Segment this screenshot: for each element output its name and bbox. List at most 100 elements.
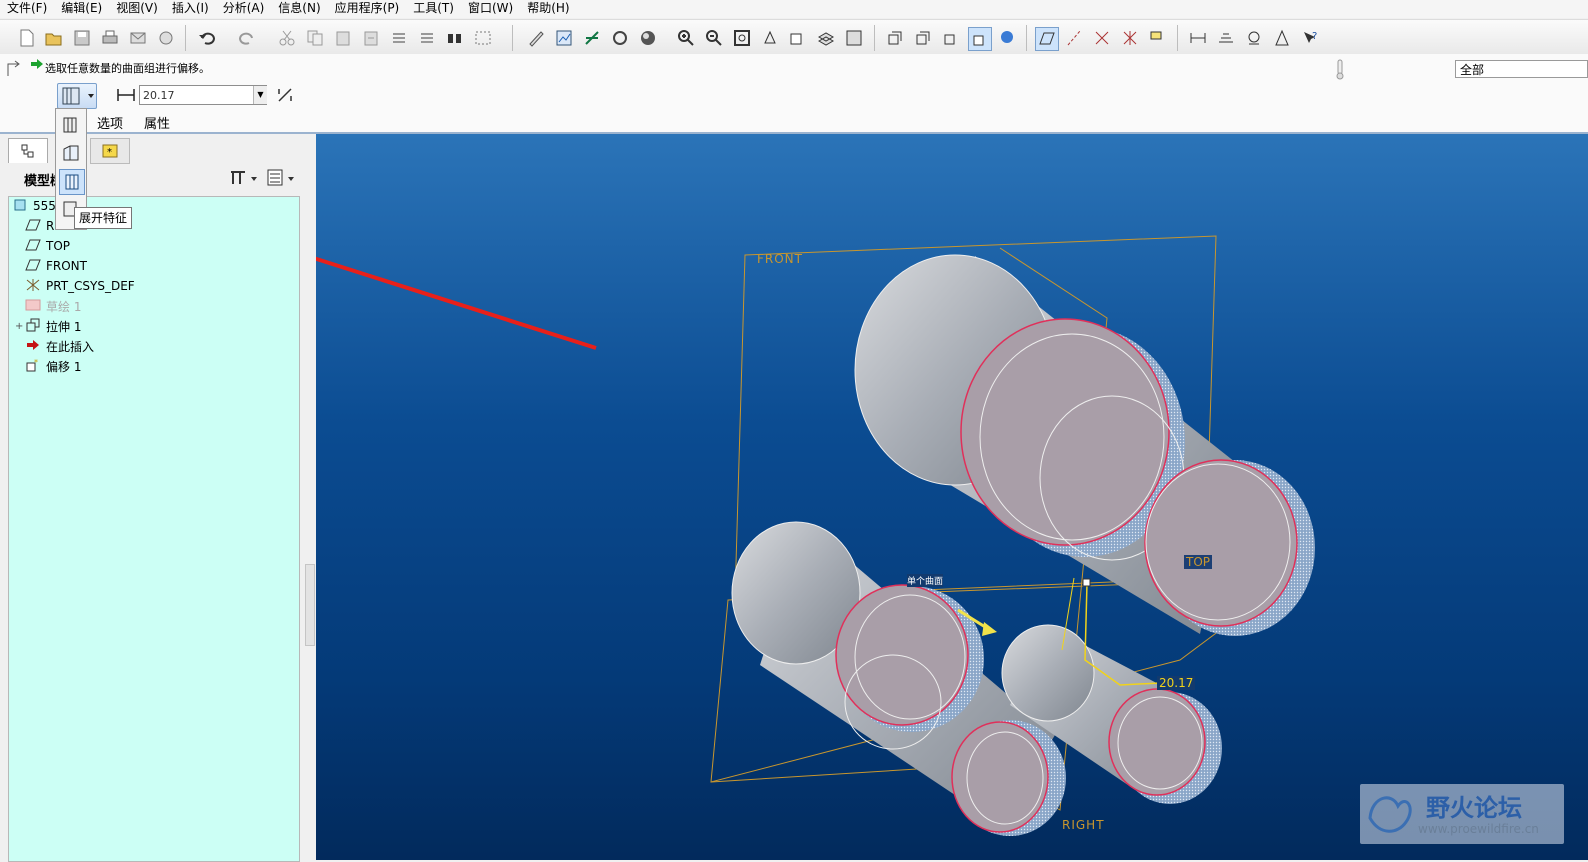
regenerate-icon[interactable] <box>388 27 410 49</box>
send-link-icon[interactable] <box>155 27 177 49</box>
menu-file[interactable]: 文件(F) <box>0 0 54 18</box>
distance-dropdown-arrow[interactable]: ▼ <box>253 86 267 104</box>
graph-tool-icon[interactable] <box>553 27 575 49</box>
copy-icon[interactable] <box>304 27 326 49</box>
offset-dimension[interactable]: 20.17 <box>1157 676 1196 690</box>
expand-toggle-icon[interactable]: + <box>15 321 23 332</box>
shading-icon[interactable] <box>637 27 659 49</box>
info-tool-icon[interactable] <box>1271 27 1293 49</box>
tab-favorites[interactable]: * <box>90 138 130 164</box>
shaded-icon[interactable] <box>968 27 992 51</box>
section-icon[interactable] <box>1215 27 1237 49</box>
tree-item-insert-here[interactable]: 在此插入 <box>25 337 94 355</box>
csys-display-icon[interactable] <box>1119 27 1141 49</box>
tab-model-tree[interactable] <box>8 138 48 163</box>
draft-offset-icon[interactable] <box>59 141 83 165</box>
select-box-icon[interactable] <box>472 27 494 49</box>
tab-options[interactable]: 选项 <box>97 113 123 132</box>
tree-columns-icon[interactable] <box>266 168 298 191</box>
csys-icon <box>25 278 41 295</box>
svg-text:*: * <box>107 147 112 158</box>
layers-icon[interactable] <box>815 27 837 49</box>
menu-analysis[interactable]: 分析(A) <box>216 0 272 18</box>
analysis-tool-icon[interactable] <box>609 27 631 49</box>
selection-filter[interactable]: 全部 <box>1455 60 1588 78</box>
model-tree: 555. RIGHT TOP FRONT PRT_CSYS_DEF 草绘 1 +… <box>8 196 300 862</box>
menu-tools[interactable]: 工具(T) <box>406 0 461 18</box>
saved-views-icon[interactable] <box>787 27 809 49</box>
paste-special-icon[interactable] <box>360 27 382 49</box>
datum-label-front: FRONT <box>757 252 803 266</box>
menu-help[interactable]: 帮助(H) <box>520 0 576 18</box>
panel-splitter[interactable] <box>305 564 315 646</box>
watermark-title: 野火论坛 <box>1426 794 1522 822</box>
tree-item-label: PRT_CSYS_DEF <box>46 279 135 293</box>
menu-view[interactable]: 视图(V) <box>109 0 165 18</box>
wireframe-icon[interactable] <box>884 27 906 49</box>
enhanced-realism-icon[interactable] <box>996 27 1018 49</box>
undo-icon[interactable] <box>196 27 218 49</box>
point-display-icon[interactable] <box>1091 27 1113 49</box>
dimension-icon[interactable] <box>1187 27 1209 49</box>
tree-item-sketch[interactable]: 草绘 1 <box>25 297 81 315</box>
tree-item-top[interactable]: TOP <box>25 237 70 255</box>
open-file-icon[interactable] <box>43 27 65 49</box>
offset-icon: * <box>25 358 41 375</box>
measure-icon[interactable] <box>1243 27 1265 49</box>
tree-item-offset[interactable]: * 偏移 1 <box>25 357 81 375</box>
svg-text:*: * <box>34 358 38 367</box>
regen-manager-icon[interactable] <box>416 27 438 49</box>
thermometer-icon <box>1333 58 1347 83</box>
tab-properties[interactable]: 属性 <box>144 113 170 132</box>
annotation-display-icon[interactable] <box>1147 27 1169 49</box>
no-hidden-icon[interactable] <box>940 27 962 49</box>
send-mail-icon[interactable] <box>127 27 149 49</box>
context-help-icon[interactable]: ? <box>1299 27 1321 49</box>
menu-edit[interactable]: 编辑(E) <box>54 0 109 18</box>
zoom-in-icon[interactable] <box>675 27 697 49</box>
flip-direction-icon[interactable] <box>276 86 294 107</box>
expand-offset-icon[interactable] <box>59 169 85 195</box>
tooltip: 展开特征 <box>74 207 133 229</box>
new-file-icon[interactable] <box>16 27 38 49</box>
menu-info[interactable]: 信息(N) <box>271 0 327 18</box>
menu-window[interactable]: 窗口(W) <box>461 0 520 18</box>
forum-watermark: 野火论坛 www.proewildfire.cn <box>1360 784 1564 844</box>
hidden-line-icon[interactable] <box>912 27 934 49</box>
zoom-out-icon[interactable] <box>703 27 725 49</box>
find-icon[interactable] <box>444 27 466 49</box>
sketch-tool-icon[interactable] <box>525 27 547 49</box>
plane-display-icon[interactable] <box>1035 27 1059 51</box>
graphics-window[interactable]: FRONT TOP RIGHT 20.17 单个曲面 <box>316 134 1588 860</box>
paste-icon[interactable] <box>332 27 354 49</box>
tree-root[interactable]: 555. <box>12 197 60 215</box>
navigator-panel: * 模型树 555. RIGHT TOP FRONT PRT_CSYS_DEF <box>0 134 316 862</box>
menu-applications[interactable]: 应用程序(P) <box>328 0 407 18</box>
axis-display-icon[interactable] <box>1063 27 1085 49</box>
tree-item-extrude[interactable]: 拉伸 1 <box>25 317 81 335</box>
menu-insert[interactable]: 插入(I) <box>165 0 216 18</box>
standard-offset-icon[interactable] <box>59 113 83 137</box>
tree-settings-icon[interactable] <box>228 168 260 191</box>
tree-item-label: TOP <box>46 239 71 253</box>
view-manager-icon[interactable] <box>843 27 865 49</box>
tree-item-front[interactable]: FRONT <box>25 257 87 275</box>
save-icon[interactable] <box>71 27 93 49</box>
insert-here-icon <box>25 339 41 354</box>
redo-icon[interactable] <box>236 27 258 49</box>
prompt-arrow-icon <box>30 58 44 73</box>
distance-icon <box>116 87 136 106</box>
datum-plane-icon <box>25 259 41 274</box>
tree-item-csys[interactable]: PRT_CSYS_DEF <box>25 277 135 295</box>
sketch-arrow-icon <box>6 60 24 81</box>
model-view <box>316 235 1315 836</box>
extrude-icon <box>25 318 41 335</box>
main-toolbar: ? <box>0 19 1588 55</box>
offset-distance-input[interactable]: 20.17 <box>139 85 267 105</box>
refit-icon[interactable] <box>731 27 753 49</box>
offset-type-dropdown[interactable] <box>57 83 97 109</box>
cut-icon[interactable] <box>276 27 298 49</box>
axis-tool-icon[interactable] <box>581 27 603 49</box>
print-icon[interactable] <box>99 27 121 49</box>
reorient-icon[interactable] <box>759 27 781 49</box>
